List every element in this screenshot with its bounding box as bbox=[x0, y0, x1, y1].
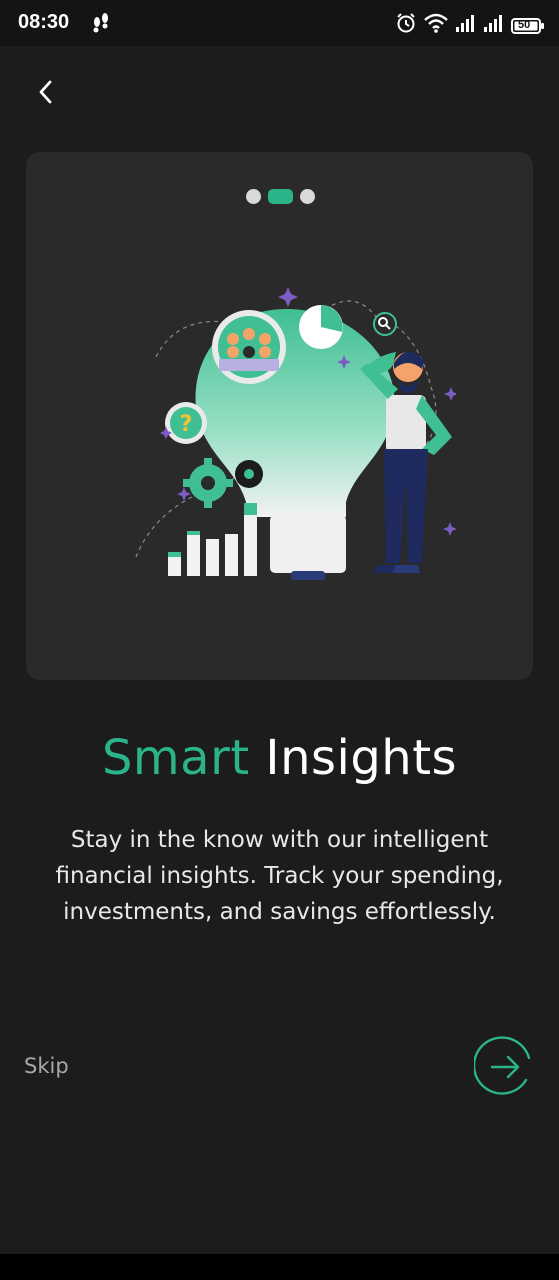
page-dot[interactable] bbox=[246, 189, 261, 204]
next-button[interactable] bbox=[472, 1036, 536, 1098]
page-indicator bbox=[246, 189, 315, 204]
title-rest: Insights bbox=[265, 730, 458, 786]
page-dot[interactable] bbox=[300, 189, 315, 204]
status-bar: 08:30 50 bbox=[0, 0, 559, 46]
battery-level: 50 bbox=[518, 18, 531, 31]
wifi-icon bbox=[423, 12, 449, 39]
status-time: 08:30 bbox=[18, 11, 70, 33]
footsteps-icon bbox=[90, 12, 112, 39]
svg-text:?: ? bbox=[180, 412, 193, 437]
status-icons: 50 bbox=[395, 12, 545, 39]
signal-icon bbox=[483, 12, 505, 39]
title-accent: Smart bbox=[101, 730, 250, 786]
illustration-card: ? bbox=[26, 152, 533, 680]
page-dot-active[interactable] bbox=[268, 189, 293, 204]
battery-icon: 50 bbox=[511, 17, 545, 35]
signal-icon bbox=[455, 12, 477, 39]
arrow-right-circle-icon bbox=[472, 1036, 531, 1095]
skip-button[interactable]: Skip bbox=[24, 1054, 69, 1078]
insights-illustration: ? bbox=[135, 287, 456, 580]
description-text: Stay in the know with our intelligent fi… bbox=[55, 827, 504, 925]
chevron-left-icon bbox=[39, 80, 52, 104]
alarm-icon bbox=[395, 12, 417, 39]
page-title: Smart Insights bbox=[0, 730, 559, 786]
back-button[interactable] bbox=[28, 74, 64, 110]
system-nav-bar bbox=[0, 1254, 559, 1280]
